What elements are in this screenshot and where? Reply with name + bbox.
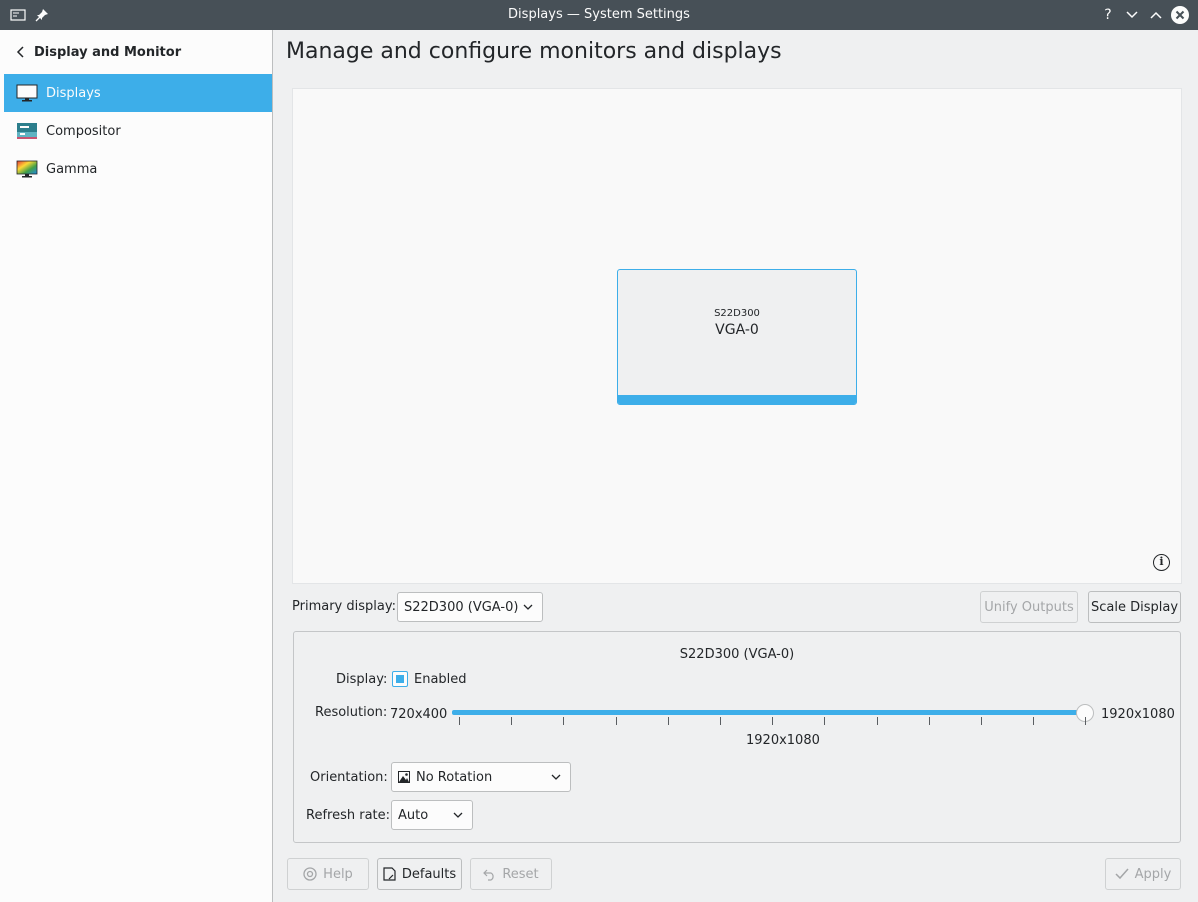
refresh-rate-select[interactable]: Auto xyxy=(391,800,473,830)
checkmark-icon xyxy=(1115,868,1129,880)
help-button[interactable]: Help xyxy=(287,858,369,890)
slider-tick xyxy=(1085,717,1087,725)
chevron-left-icon xyxy=(16,46,24,58)
output-title: S22D300 (VGA-0) xyxy=(679,647,795,662)
resolution-current: 1920x1080 xyxy=(746,733,820,748)
sidebar-item-label: Compositor xyxy=(46,123,121,139)
sidebar-item-compositor[interactable]: Compositor xyxy=(4,112,272,150)
resolution-min: 720x400 xyxy=(390,707,448,722)
slider-tick xyxy=(563,717,565,725)
slider-tick xyxy=(720,717,721,725)
display-arrangement-canvas[interactable]: S22D300 VGA-0 i xyxy=(292,88,1182,584)
maximize-icon[interactable] xyxy=(1146,5,1166,25)
monitor-tile[interactable]: S22D300 VGA-0 xyxy=(617,269,857,405)
monitor-output: VGA-0 xyxy=(715,322,759,338)
slider-tick xyxy=(824,717,826,725)
image-icon xyxy=(398,771,410,783)
resolution-slider-track[interactable] xyxy=(452,710,1085,715)
sidebar-item-displays[interactable]: Displays xyxy=(4,74,272,112)
sidebar: Display and Monitor Displays Compositor … xyxy=(0,30,273,902)
gamma-icon xyxy=(16,160,38,178)
refresh-rate-label: Refresh rate: xyxy=(306,808,391,823)
slider-tick xyxy=(772,717,774,725)
orientation-label: Orientation: xyxy=(310,770,388,785)
sidebar-back-header[interactable]: Display and Monitor xyxy=(0,30,272,74)
monitor-name: S22D300 xyxy=(714,308,760,319)
defaults-button[interactable]: Defaults xyxy=(377,858,462,890)
help-icon[interactable]: ? xyxy=(1098,5,1118,25)
apply-label: Apply xyxy=(1134,866,1172,882)
primary-display-label: Primary display: xyxy=(292,599,396,614)
main-content: Manage and configure monitors and displa… xyxy=(274,30,1198,902)
minimize-icon[interactable] xyxy=(1122,5,1142,25)
document-icon xyxy=(383,867,396,881)
slider-tick xyxy=(981,717,982,725)
slider-tick xyxy=(459,717,460,725)
slider-tick xyxy=(667,717,669,725)
chevron-down-icon xyxy=(551,774,561,780)
slider-tick xyxy=(511,717,513,725)
chevron-down-icon xyxy=(523,604,533,610)
reset-button[interactable]: Reset xyxy=(470,858,552,890)
slider-tick xyxy=(615,717,617,725)
orientation-select[interactable]: No Rotation xyxy=(391,762,571,792)
orientation-value: No Rotation xyxy=(416,769,493,785)
display-enabled-checkbox[interactable] xyxy=(392,671,408,687)
chevron-down-icon xyxy=(453,812,463,818)
display-label: Display: xyxy=(336,672,388,687)
close-icon[interactable] xyxy=(1170,5,1190,25)
resolution-max: 1920x1080 xyxy=(1101,707,1175,722)
monitor-icon xyxy=(16,84,38,102)
monitor-primary-bar xyxy=(618,395,856,404)
sidebar-item-label: Displays xyxy=(46,85,101,101)
page-title: Manage and configure monitors and displa… xyxy=(286,39,782,64)
primary-display-value: S22D300 (VGA-0) xyxy=(404,599,519,615)
defaults-label: Defaults xyxy=(401,866,457,882)
compositor-icon xyxy=(17,123,37,139)
scale-display-button[interactable]: Scale Display xyxy=(1088,591,1181,623)
output-settings-group: S22D300 (VGA-0) Display: Enabled Resolut… xyxy=(293,631,1181,843)
slider-tick xyxy=(928,717,930,725)
window-title: Displays — System Settings xyxy=(508,7,690,22)
info-icon[interactable]: i xyxy=(1153,554,1170,571)
slider-tick xyxy=(876,717,878,725)
slider-tick xyxy=(1033,717,1035,725)
sidebar-item-label: Gamma xyxy=(46,161,98,177)
lifebuoy-icon xyxy=(303,867,317,881)
reset-label: Reset xyxy=(502,866,539,882)
primary-display-select[interactable]: S22D300 (VGA-0) xyxy=(397,592,543,622)
unify-outputs-button[interactable]: Unify Outputs xyxy=(980,591,1078,623)
sidebar-item-gamma[interactable]: Gamma xyxy=(4,150,272,188)
apply-button[interactable]: Apply xyxy=(1105,858,1181,890)
refresh-rate-value: Auto xyxy=(398,807,429,823)
sidebar-header-label: Display and Monitor xyxy=(34,44,182,60)
title-bar: Displays — System Settings ? xyxy=(0,0,1198,30)
enabled-label: Enabled xyxy=(414,672,467,687)
undo-icon xyxy=(483,869,494,881)
help-label: Help xyxy=(323,866,353,882)
resolution-label: Resolution: xyxy=(315,705,388,720)
